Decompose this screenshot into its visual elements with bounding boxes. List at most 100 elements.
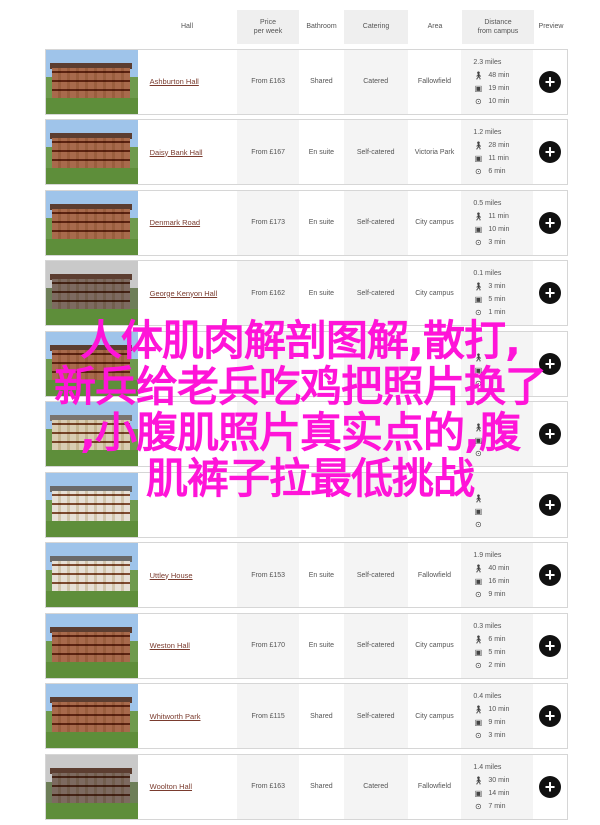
hall-name-link[interactable]: Daisy Bank Hall (150, 148, 203, 157)
hall-photo[interactable] (46, 613, 138, 678)
hall-photo[interactable] (46, 754, 138, 819)
plus-icon: + (544, 494, 556, 515)
walking-person-icon: 🚶︎ (473, 775, 484, 785)
preview-cell: + (533, 50, 567, 114)
hall-name-link[interactable]: Ashburton Hall (150, 77, 199, 86)
area-cell: Fallowfield (417, 571, 451, 579)
distance-miles: 1.2 miles (473, 129, 502, 136)
preview-plus-button[interactable]: + (539, 775, 562, 798)
walking-person-icon: 🚶︎ (473, 141, 484, 150)
hall-photo[interactable] (46, 120, 138, 184)
distance-cell: 🚶︎ ▣ ⊙ (461, 402, 534, 466)
distance-cell: 0.4 miles 🚶︎ 10 min ▣ 9 min ⊙ 3 min (461, 684, 534, 748)
area-cell: City campus (415, 642, 454, 649)
plus-icon: + (544, 565, 556, 585)
preview-plus-button[interactable]: + (539, 141, 562, 163)
cycle-time: 3 min (488, 238, 506, 246)
bicycle-icon: ⊙ (475, 731, 482, 740)
preview-plus-button[interactable]: + (539, 70, 562, 93)
distance-cell: 1.9 miles 🚶︎ 40 min ▣ 16 min ⊙ 9 min (461, 543, 534, 607)
photo-building (52, 420, 130, 450)
bicycle-icon: ⊙ (475, 449, 482, 458)
price-cell: From £153 (237, 543, 300, 607)
hall-cell: Weston Hall (138, 614, 238, 678)
walking-person-icon: 🚶︎ (473, 211, 484, 221)
hall-photo[interactable] (46, 49, 138, 114)
price-cell: From £163 (237, 49, 300, 114)
preview-plus-button[interactable]: + (539, 634, 562, 657)
distance-cell: 1.4 miles 🚶︎ 30 min ▣ 14 min ⊙ 7 min (461, 754, 534, 819)
table-row: Uttley House From £153 En suite Self-catere… (45, 542, 568, 608)
walk-time: 40 min (488, 565, 510, 572)
header-catering: Catering (344, 10, 408, 44)
bus-time: 16 min (488, 578, 510, 585)
catering-cell: Self-catered (343, 190, 408, 255)
price-cell (237, 472, 300, 537)
table-row: Ashburton Hall From £163 Shared Catered Fall… (45, 48, 568, 115)
catering-cell (343, 402, 408, 466)
hall-name-link[interactable]: George Kenyon Hall (150, 289, 218, 298)
preview-plus-button[interactable]: + (539, 211, 562, 234)
catering-cell: Self-catered (343, 613, 408, 678)
photo-lawn (46, 591, 138, 607)
price-cell: From £115 (237, 684, 300, 748)
preview-plus-button[interactable]: + (539, 423, 562, 445)
bathroom-cell: Shared (310, 78, 333, 85)
bathroom-cell: En suite (308, 571, 335, 579)
bus-time: 5 min (488, 296, 506, 303)
area-cell: Fallowfield (417, 78, 451, 85)
hall-photo[interactable] (46, 190, 138, 255)
bathroom-cell: En suite (308, 289, 335, 297)
bathroom-cell: En suite (308, 148, 335, 156)
table-header: Hall Price per week Bathroom Catering Ar… (45, 10, 568, 44)
walk-time: 11 min (488, 212, 509, 220)
photo-building (52, 279, 130, 309)
distance-cell: 🚶︎ ▣ ⊙ (461, 331, 534, 396)
walk-time: 6 min (488, 635, 506, 643)
hall-name-link[interactable]: Denmark Road (150, 218, 200, 227)
bus-icon: ▣ (474, 224, 483, 234)
hall-photo[interactable] (46, 543, 138, 607)
photo-lawn (46, 802, 138, 819)
bicycle-icon: ⊙ (475, 167, 482, 176)
distance-cell: 0.1 miles 🚶︎ 3 min ▣ 5 min ⊙ 1 min (461, 261, 534, 325)
plus-icon: + (544, 776, 556, 797)
distance-miles: 0.5 miles (473, 199, 502, 207)
hall-photo[interactable] (46, 472, 138, 537)
bus-time: 14 min (488, 789, 510, 797)
hall-photo[interactable] (46, 331, 138, 396)
distance-miles: 1.4 miles (473, 763, 502, 771)
hall-cell (138, 332, 238, 396)
area-cell: City campus (415, 289, 454, 297)
preview-cell: + (533, 755, 567, 819)
preview-plus-button[interactable]: + (539, 705, 562, 727)
preview-plus-button[interactable]: + (539, 352, 562, 375)
bathroom-cell: En suite (308, 219, 335, 226)
hall-cell (138, 473, 238, 537)
bus-icon: ▣ (474, 83, 483, 93)
hall-name-link[interactable]: Whitworth Park (150, 712, 201, 721)
bus-icon: ▣ (474, 718, 483, 727)
walk-time: 3 min (488, 283, 506, 290)
hall-photo[interactable] (46, 684, 138, 748)
bathroom-cell (299, 402, 344, 466)
bus-time: 19 min (488, 84, 510, 92)
catering-cell (343, 472, 408, 537)
distance-miles: 2.3 miles (473, 58, 502, 66)
hall-name-link[interactable]: Uttley House (150, 571, 193, 580)
cycle-time: 2 min (488, 661, 506, 669)
distance-cell: 2.3 miles 🚶︎ 48 min ▣ 19 min ⊙ 10 min (461, 49, 534, 114)
walk-time: 28 min (488, 142, 510, 149)
hall-photo[interactable] (46, 402, 138, 466)
price-cell: From £162 (237, 261, 300, 325)
cycle-time: 1 min (488, 309, 506, 316)
hall-name-link[interactable]: Weston Hall (150, 641, 190, 650)
distance-miles: 0.4 miles (473, 693, 502, 700)
bicycle-icon: ⊙ (475, 660, 482, 670)
area-cell: City campus (415, 219, 454, 226)
hall-photo[interactable] (46, 261, 138, 325)
hall-name-link[interactable]: Woolton Hall (150, 782, 192, 791)
preview-plus-button[interactable]: + (539, 282, 562, 304)
preview-plus-button[interactable]: + (539, 564, 562, 586)
preview-plus-button[interactable]: + (539, 493, 562, 516)
